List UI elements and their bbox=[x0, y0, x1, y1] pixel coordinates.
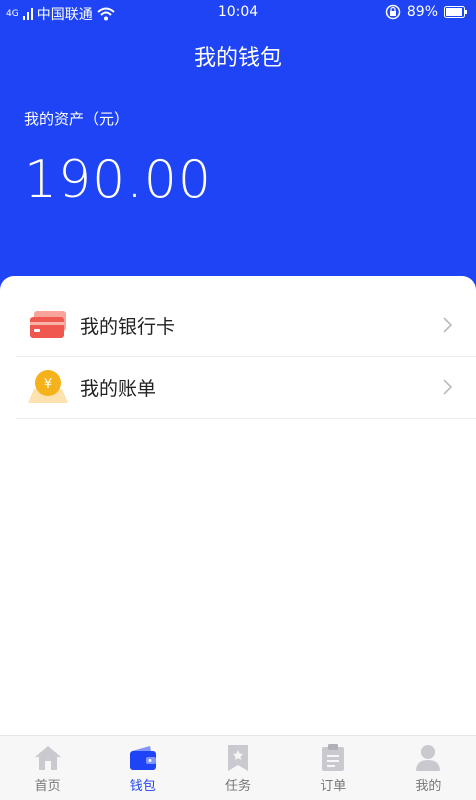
tab-task[interactable]: 任务 bbox=[190, 736, 285, 800]
tab-home[interactable]: 首页 bbox=[0, 736, 95, 800]
menu-item-bill[interactable]: ¥ 我的账单 bbox=[16, 356, 476, 419]
bank-card-icon bbox=[24, 301, 72, 349]
bottom-tabbar: 首页 钱包 任务 订单 我的 bbox=[0, 735, 476, 800]
rotation-lock-icon bbox=[385, 4, 401, 20]
tab-label: 钱包 bbox=[129, 779, 156, 794]
tab-profile[interactable]: 我的 bbox=[381, 736, 476, 800]
asset-balance: 190.00 bbox=[24, 150, 212, 210]
page-title: 我的钱包 bbox=[193, 46, 282, 71]
wallet-icon bbox=[95, 743, 190, 773]
status-right: 89% bbox=[385, 4, 468, 20]
battery-icon bbox=[444, 6, 467, 18]
chevron-right-icon bbox=[443, 317, 453, 333]
tab-label: 首页 bbox=[34, 779, 61, 794]
wallet-header: 4G 中国联通 10:04 89% 我的钱包 我的资产（元） 190.00 bbox=[0, 0, 476, 300]
tab-label: 任务 bbox=[225, 779, 252, 794]
asset-label: 我的资产（元） bbox=[24, 110, 130, 128]
svg-text:¥: ¥ bbox=[44, 377, 52, 392]
status-bar: 4G 中国联通 10:04 89% bbox=[0, 0, 476, 26]
home-icon bbox=[0, 743, 95, 773]
menu-item-bank-card[interactable]: 我的银行卡 bbox=[16, 294, 476, 357]
task-bookmark-icon bbox=[190, 743, 285, 773]
tab-label: 我的 bbox=[415, 779, 442, 794]
chevron-right-icon bbox=[443, 379, 453, 395]
menu-item-label: 我的银行卡 bbox=[80, 315, 176, 338]
tab-wallet[interactable]: 钱包 bbox=[95, 736, 190, 800]
profile-icon bbox=[381, 743, 476, 773]
tab-label: 订单 bbox=[320, 779, 347, 794]
tab-order[interactable]: 订单 bbox=[286, 736, 381, 800]
bill-coin-icon: ¥ bbox=[24, 363, 72, 411]
menu-item-label: 我的账单 bbox=[80, 377, 157, 400]
order-clipboard-icon bbox=[286, 743, 381, 773]
menu-card: 我的银行卡 ¥ 我的账单 bbox=[0, 276, 476, 736]
battery-percent: 89% bbox=[406, 4, 438, 20]
